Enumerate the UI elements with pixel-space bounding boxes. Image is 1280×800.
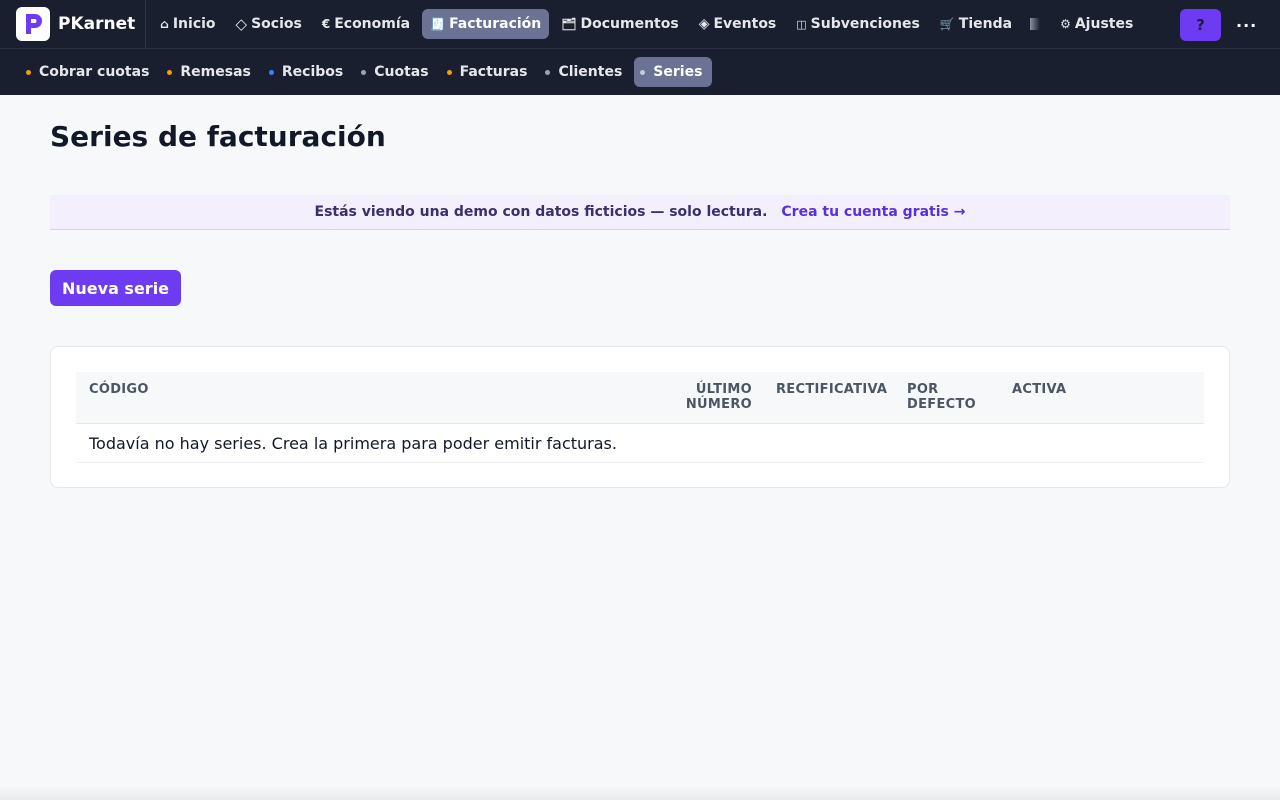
create-account-link[interactable]: Crea tu cuenta gratis → — [781, 204, 965, 220]
subnav-item-recibos[interactable]: Recibos — [263, 57, 353, 87]
subnav-item-clientes[interactable]: Clientes — [539, 57, 632, 87]
more-menu-button[interactable]: ... — [1236, 12, 1257, 31]
nav-overflow-fade — [1030, 18, 1041, 30]
nav-item-ajustes[interactable]: ⚙ Ajustes — [1052, 9, 1141, 39]
subnav-item-label: Clientes — [558, 64, 623, 80]
gear-icon: ⚙ — [1060, 17, 1071, 31]
page-title: Series de facturación — [50, 120, 386, 153]
empty-state-message: Todavía no hay series. Crea la primera p… — [89, 434, 617, 453]
nav-item-label: Documentos — [580, 16, 679, 32]
subnav-item-series[interactable]: Series — [634, 57, 713, 87]
pkarnet-logo-icon — [16, 7, 50, 41]
demo-banner: Estás viendo una demo con datos ficticio… — [50, 195, 1230, 230]
nav-item-label: Tienda — [958, 16, 1013, 32]
brand[interactable]: PKarnet — [0, 0, 147, 48]
nav-item-label: Ajustes — [1074, 16, 1134, 32]
cart-icon: 🛒 — [939, 17, 955, 31]
subnav-item-facturas[interactable]: Facturas — [441, 57, 538, 87]
status-dot — [545, 69, 551, 75]
brand-name: PKarnet — [58, 14, 136, 34]
bottom-edge-shadow — [0, 786, 1280, 800]
new-series-button[interactable]: Nueva serie — [50, 270, 182, 306]
folder-icon: 🗂 — [561, 17, 577, 31]
subnav-item-cobrar-cuotas[interactable]: Cobrar cuotas — [20, 57, 159, 87]
column-header-line: DEFECTO — [907, 397, 976, 412]
help-button[interactable]: ? — [1180, 9, 1221, 41]
column-header-line: POR — [907, 382, 939, 397]
status-dot — [446, 69, 452, 75]
diamond-icon: ◇ — [235, 15, 248, 33]
subnav-item-label: Cobrar cuotas — [39, 64, 150, 80]
nav-item-documentos[interactable]: 🗂 Documentos — [553, 9, 686, 39]
nav-item-label: Eventos — [713, 16, 777, 32]
event-diamond-icon: ◈ — [698, 16, 710, 32]
column-header-line: NÚMERO — [685, 397, 752, 412]
column-header-default: POR DEFECTO — [907, 382, 976, 412]
status-dot — [361, 69, 367, 75]
status-dot — [167, 69, 173, 75]
nav-item-socios[interactable]: ◇ Socios — [228, 9, 310, 39]
column-header-rectifying: RECTIFICATIVA — [776, 382, 888, 397]
nav-item-label: Facturación — [449, 16, 542, 32]
nav-item-subvenciones[interactable]: ◫ Subvenciones — [788, 9, 928, 39]
series-table-card: CÓDIGO ÚLTIMO NÚMERO RECTIFICATIVA POR D… — [50, 346, 1230, 488]
nav-item-eventos[interactable]: ◈ Eventos — [691, 9, 785, 39]
table-empty-row: Todavía no hay series. Crea la primera p… — [76, 424, 1204, 463]
subnav-item-label: Series — [653, 64, 703, 80]
top-nav-bar: PKarnet ⌂ Inicio ◇ Socios € Economía 🧾 F… — [0, 0, 1280, 48]
nav-item-label: Inicio — [172, 16, 216, 32]
book-icon: ◫ — [796, 17, 807, 31]
subnav-item-cuotas[interactable]: Cuotas — [355, 57, 438, 87]
nav-item-tienda[interactable]: 🛒 Tienda — [932, 9, 1020, 39]
nav-item-label: Subvenciones — [810, 16, 920, 32]
nav-item-inicio[interactable]: ⌂ Inicio — [152, 9, 223, 39]
status-dot — [640, 69, 646, 75]
column-header-active: ACTIVA — [1012, 382, 1067, 397]
subnav-item-label: Recibos — [281, 64, 344, 80]
nav-item-label: Economía — [334, 16, 411, 32]
subnav-item-label: Remesas — [180, 64, 251, 80]
subnav-item-remesas[interactable]: Remesas — [161, 57, 260, 87]
sub-nav-bar: Cobrar cuotas Remesas Recibos Cuotas Fac… — [0, 48, 1280, 95]
subnav-item-label: Facturas — [459, 64, 528, 80]
nav-item-economia[interactable]: € Economía — [314, 9, 418, 39]
status-dot — [268, 69, 274, 75]
nav-item-label: Socios — [251, 16, 302, 32]
column-header-line: ÚLTIMO — [695, 382, 752, 397]
main-nav: ⌂ Inicio ◇ Socios € Economía 🧾 Facturaci… — [152, 0, 1145, 48]
status-dot — [26, 69, 31, 75]
euro-icon: € — [321, 17, 331, 31]
table-header: CÓDIGO ÚLTIMO NÚMERO RECTIFICATIVA POR D… — [76, 372, 1204, 424]
home-icon: ⌂ — [160, 17, 169, 31]
demo-banner-text: Estás viendo una demo con datos ficticio… — [314, 204, 768, 220]
column-header-last-number: ÚLTIMO NÚMERO — [682, 382, 752, 412]
column-header-code: CÓDIGO — [89, 382, 149, 397]
invoice-icon: 🧾 — [430, 17, 446, 31]
nav-item-facturacion[interactable]: 🧾 Facturación — [422, 9, 550, 39]
subnav-item-label: Cuotas — [374, 64, 429, 80]
